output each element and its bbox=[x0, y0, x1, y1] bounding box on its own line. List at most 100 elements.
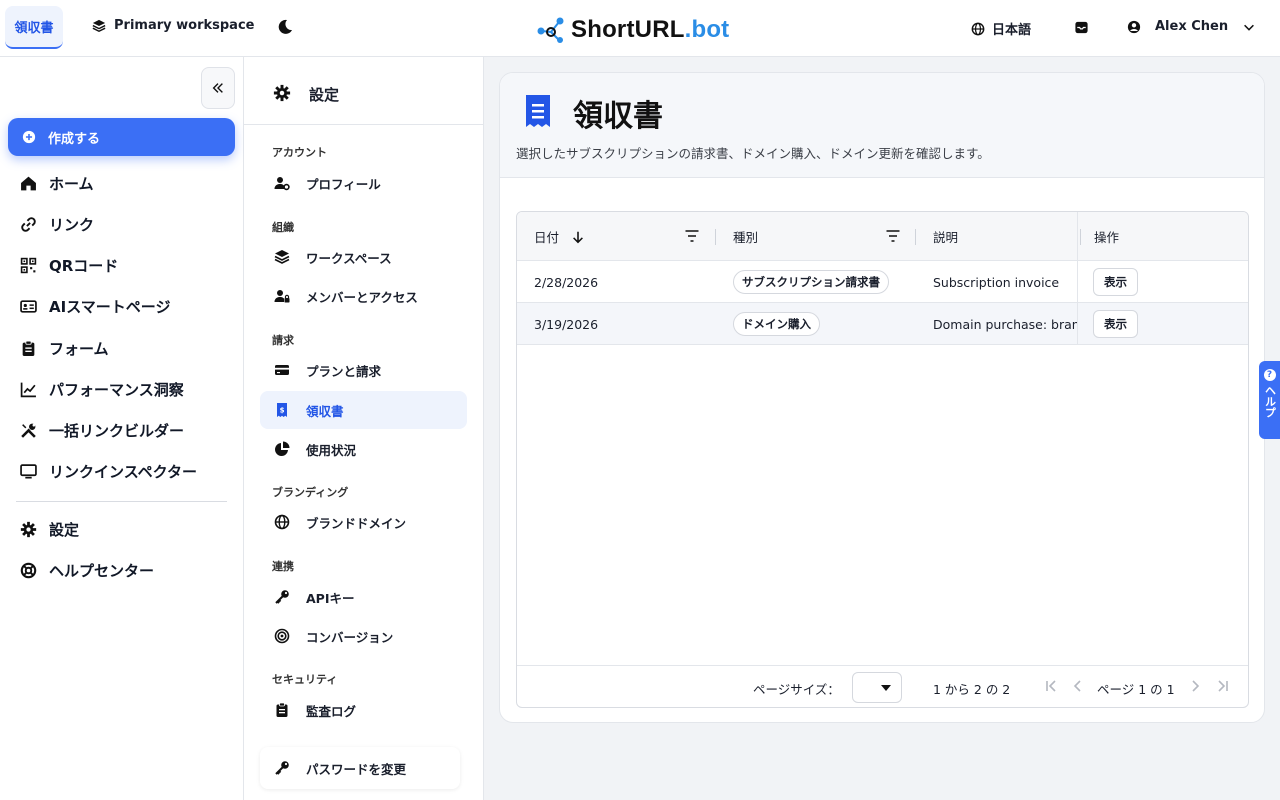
logo-text: ShortURL.bot bbox=[571, 16, 730, 43]
settings-item-api-keys[interactable]: APIキー bbox=[260, 578, 467, 616]
next-page-icon[interactable] bbox=[1187, 678, 1203, 694]
user-gear-icon bbox=[274, 177, 290, 191]
sidebar-item-links[interactable]: リンク bbox=[20, 214, 94, 235]
sidebar-item-performance[interactable]: パフォーマンス洞察 bbox=[20, 379, 184, 400]
column-header-type[interactable]: 種別 bbox=[733, 212, 758, 261]
layers-icon bbox=[274, 250, 290, 264]
column-header-description[interactable]: 説明 bbox=[933, 212, 958, 261]
sidebar-item-settings[interactable]: 設定 bbox=[20, 519, 79, 540]
cell-type: サブスクリプション請求書 bbox=[733, 261, 889, 303]
column-separator[interactable] bbox=[915, 229, 916, 245]
sidebar-item-bulk-builder[interactable]: 一括リンクビルダー bbox=[20, 420, 184, 441]
settings-item-members[interactable]: メンバーとアクセス bbox=[260, 277, 467, 315]
settings-item-audit-log[interactable]: 監査ログ bbox=[260, 691, 467, 729]
target-icon bbox=[274, 628, 290, 644]
last-page-icon[interactable] bbox=[1215, 678, 1231, 694]
settings-item-conversion[interactable]: コンバージョン bbox=[260, 617, 467, 655]
column-separator[interactable] bbox=[715, 229, 716, 245]
cell-date: 3/19/2026 bbox=[534, 316, 599, 332]
logo-network-icon bbox=[537, 17, 564, 43]
row-range: 1 から 2 の 2 bbox=[933, 682, 1011, 697]
credit-card-icon bbox=[275, 365, 289, 375]
page-size-label: ページサイズ： bbox=[753, 682, 840, 697]
page-size-select[interactable] bbox=[852, 672, 902, 703]
gear-icon bbox=[273, 84, 291, 102]
help-tab-label: ヘルプ bbox=[1263, 385, 1277, 418]
lifebuoy-icon bbox=[20, 562, 37, 579]
settings-item-brand-domains[interactable]: ブランドドメイン bbox=[260, 503, 467, 541]
settings-item-plans[interactable]: プランと請求 bbox=[260, 351, 467, 389]
logo[interactable]: ShortURL.bot bbox=[537, 16, 729, 44]
svg-text:$: $ bbox=[280, 407, 285, 415]
tab-receipts[interactable]: 領収書 bbox=[5, 6, 63, 49]
tools-icon bbox=[21, 423, 36, 438]
receipts-card: 領収書 選択したサブスクリプションの請求書、ドメイン購入、ドメイン更新を確認しま… bbox=[499, 72, 1265, 723]
first-page-icon[interactable] bbox=[1043, 678, 1059, 694]
workspace-switcher[interactable]: Primary workspace bbox=[92, 18, 254, 33]
section-billing: 請求 bbox=[272, 334, 294, 347]
receipt-icon: $ bbox=[277, 403, 287, 417]
section-security: セキュリティ bbox=[272, 673, 338, 686]
sidebar-item-forms[interactable]: フォーム bbox=[20, 338, 109, 359]
workspace-name: Primary workspace bbox=[114, 18, 255, 33]
sidebar-item-inspector[interactable]: リンクインスペクター bbox=[20, 461, 197, 482]
clipboard-icon bbox=[276, 702, 288, 717]
user-name: Alex Chen bbox=[1155, 19, 1229, 34]
receipts-table: 日付 種別 説明 操作 2/28/2026 サブスクリプション請求書 Subsc… bbox=[516, 211, 1249, 708]
question-icon: ? bbox=[1263, 369, 1276, 381]
section-account: アカウント bbox=[272, 146, 327, 159]
settings-item-receipts[interactable]: $ 領収書 bbox=[260, 391, 467, 429]
user-menu[interactable]: Alex Chen bbox=[1127, 19, 1256, 34]
previous-page-icon[interactable] bbox=[1070, 678, 1086, 694]
chevron-down-icon bbox=[1244, 24, 1255, 31]
sidebar-item-help-center[interactable]: ヘルプセンター bbox=[20, 560, 154, 581]
sidebar-item-qr[interactable]: QRコード bbox=[20, 255, 118, 276]
double-chevron-left-icon bbox=[212, 83, 223, 93]
sidebar-item-ai-smart-page[interactable]: AIスマートページ bbox=[20, 296, 170, 317]
qr-icon bbox=[20, 257, 37, 274]
settings-item-profile[interactable]: プロフィール bbox=[260, 164, 467, 202]
change-password-button[interactable]: パスワードを変更 bbox=[260, 747, 460, 789]
id-card-icon bbox=[20, 300, 37, 313]
link-icon bbox=[21, 217, 36, 232]
create-label: 作成する bbox=[48, 131, 101, 147]
section-branding: ブランディング bbox=[272, 486, 349, 499]
sidebar-divider bbox=[16, 501, 227, 502]
column-header-date[interactable]: 日付 bbox=[534, 212, 585, 261]
settings-title: 設定 bbox=[309, 86, 340, 104]
filter-icon[interactable] bbox=[886, 230, 900, 242]
receipt-icon bbox=[526, 95, 550, 127]
plus-circle-icon bbox=[22, 130, 36, 144]
filter-icon[interactable] bbox=[685, 230, 699, 242]
create-button[interactable]: 作成する bbox=[8, 118, 235, 156]
page-indicator: ページ 1 の 1 bbox=[1097, 682, 1175, 697]
page-description: 選択したサブスクリプションの請求書、ドメイン購入、ドメイン更新を確認します。 bbox=[516, 146, 990, 161]
cell-description: Domain purchase: bran bbox=[933, 316, 1077, 332]
help-tab[interactable]: ? ヘルプ bbox=[1259, 361, 1280, 439]
cell-date: 2/28/2026 bbox=[534, 274, 599, 290]
settings-panel: 設定 アカウント プロフィール 組織 ワークスペース メンバーとアクセス 請求 … bbox=[244, 57, 484, 800]
collapse-sidebar-button[interactable] bbox=[201, 67, 235, 109]
cell-description: Subscription invoice bbox=[933, 274, 1060, 290]
settings-item-workspace[interactable]: ワークスペース bbox=[260, 238, 467, 276]
sidebar: 作成する ホーム リンク QRコード AIスマートページ フォーム パフォーマン… bbox=[0, 57, 244, 800]
globe-icon bbox=[274, 514, 290, 530]
user-icon bbox=[1127, 20, 1141, 33]
actions-column-divider bbox=[1077, 212, 1248, 345]
settings-item-usage[interactable]: 使用状況 bbox=[260, 430, 467, 468]
inbox-icon[interactable] bbox=[1074, 20, 1089, 35]
home-icon bbox=[21, 176, 36, 191]
type-chip: サブスクリプション請求書 bbox=[733, 270, 889, 294]
clipboard-icon bbox=[22, 340, 35, 356]
sidebar-item-home[interactable]: ホーム bbox=[20, 173, 94, 194]
key-icon bbox=[275, 590, 289, 604]
top-bar: 領収書 Primary workspace ShortURL.bot 日本語 A… bbox=[0, 0, 1280, 57]
cell-type: ドメイン購入 bbox=[733, 303, 820, 345]
layers-icon bbox=[92, 19, 106, 32]
globe-icon bbox=[971, 22, 985, 35]
language-switcher[interactable]: 日本語 bbox=[971, 19, 1031, 38]
moon-icon[interactable] bbox=[276, 18, 294, 36]
user-lock-icon bbox=[274, 290, 290, 303]
pagination-bar: ページサイズ： 1 から 2 の 2 ページ 1 の 1 bbox=[517, 665, 1248, 707]
pie-chart-icon bbox=[275, 441, 290, 456]
